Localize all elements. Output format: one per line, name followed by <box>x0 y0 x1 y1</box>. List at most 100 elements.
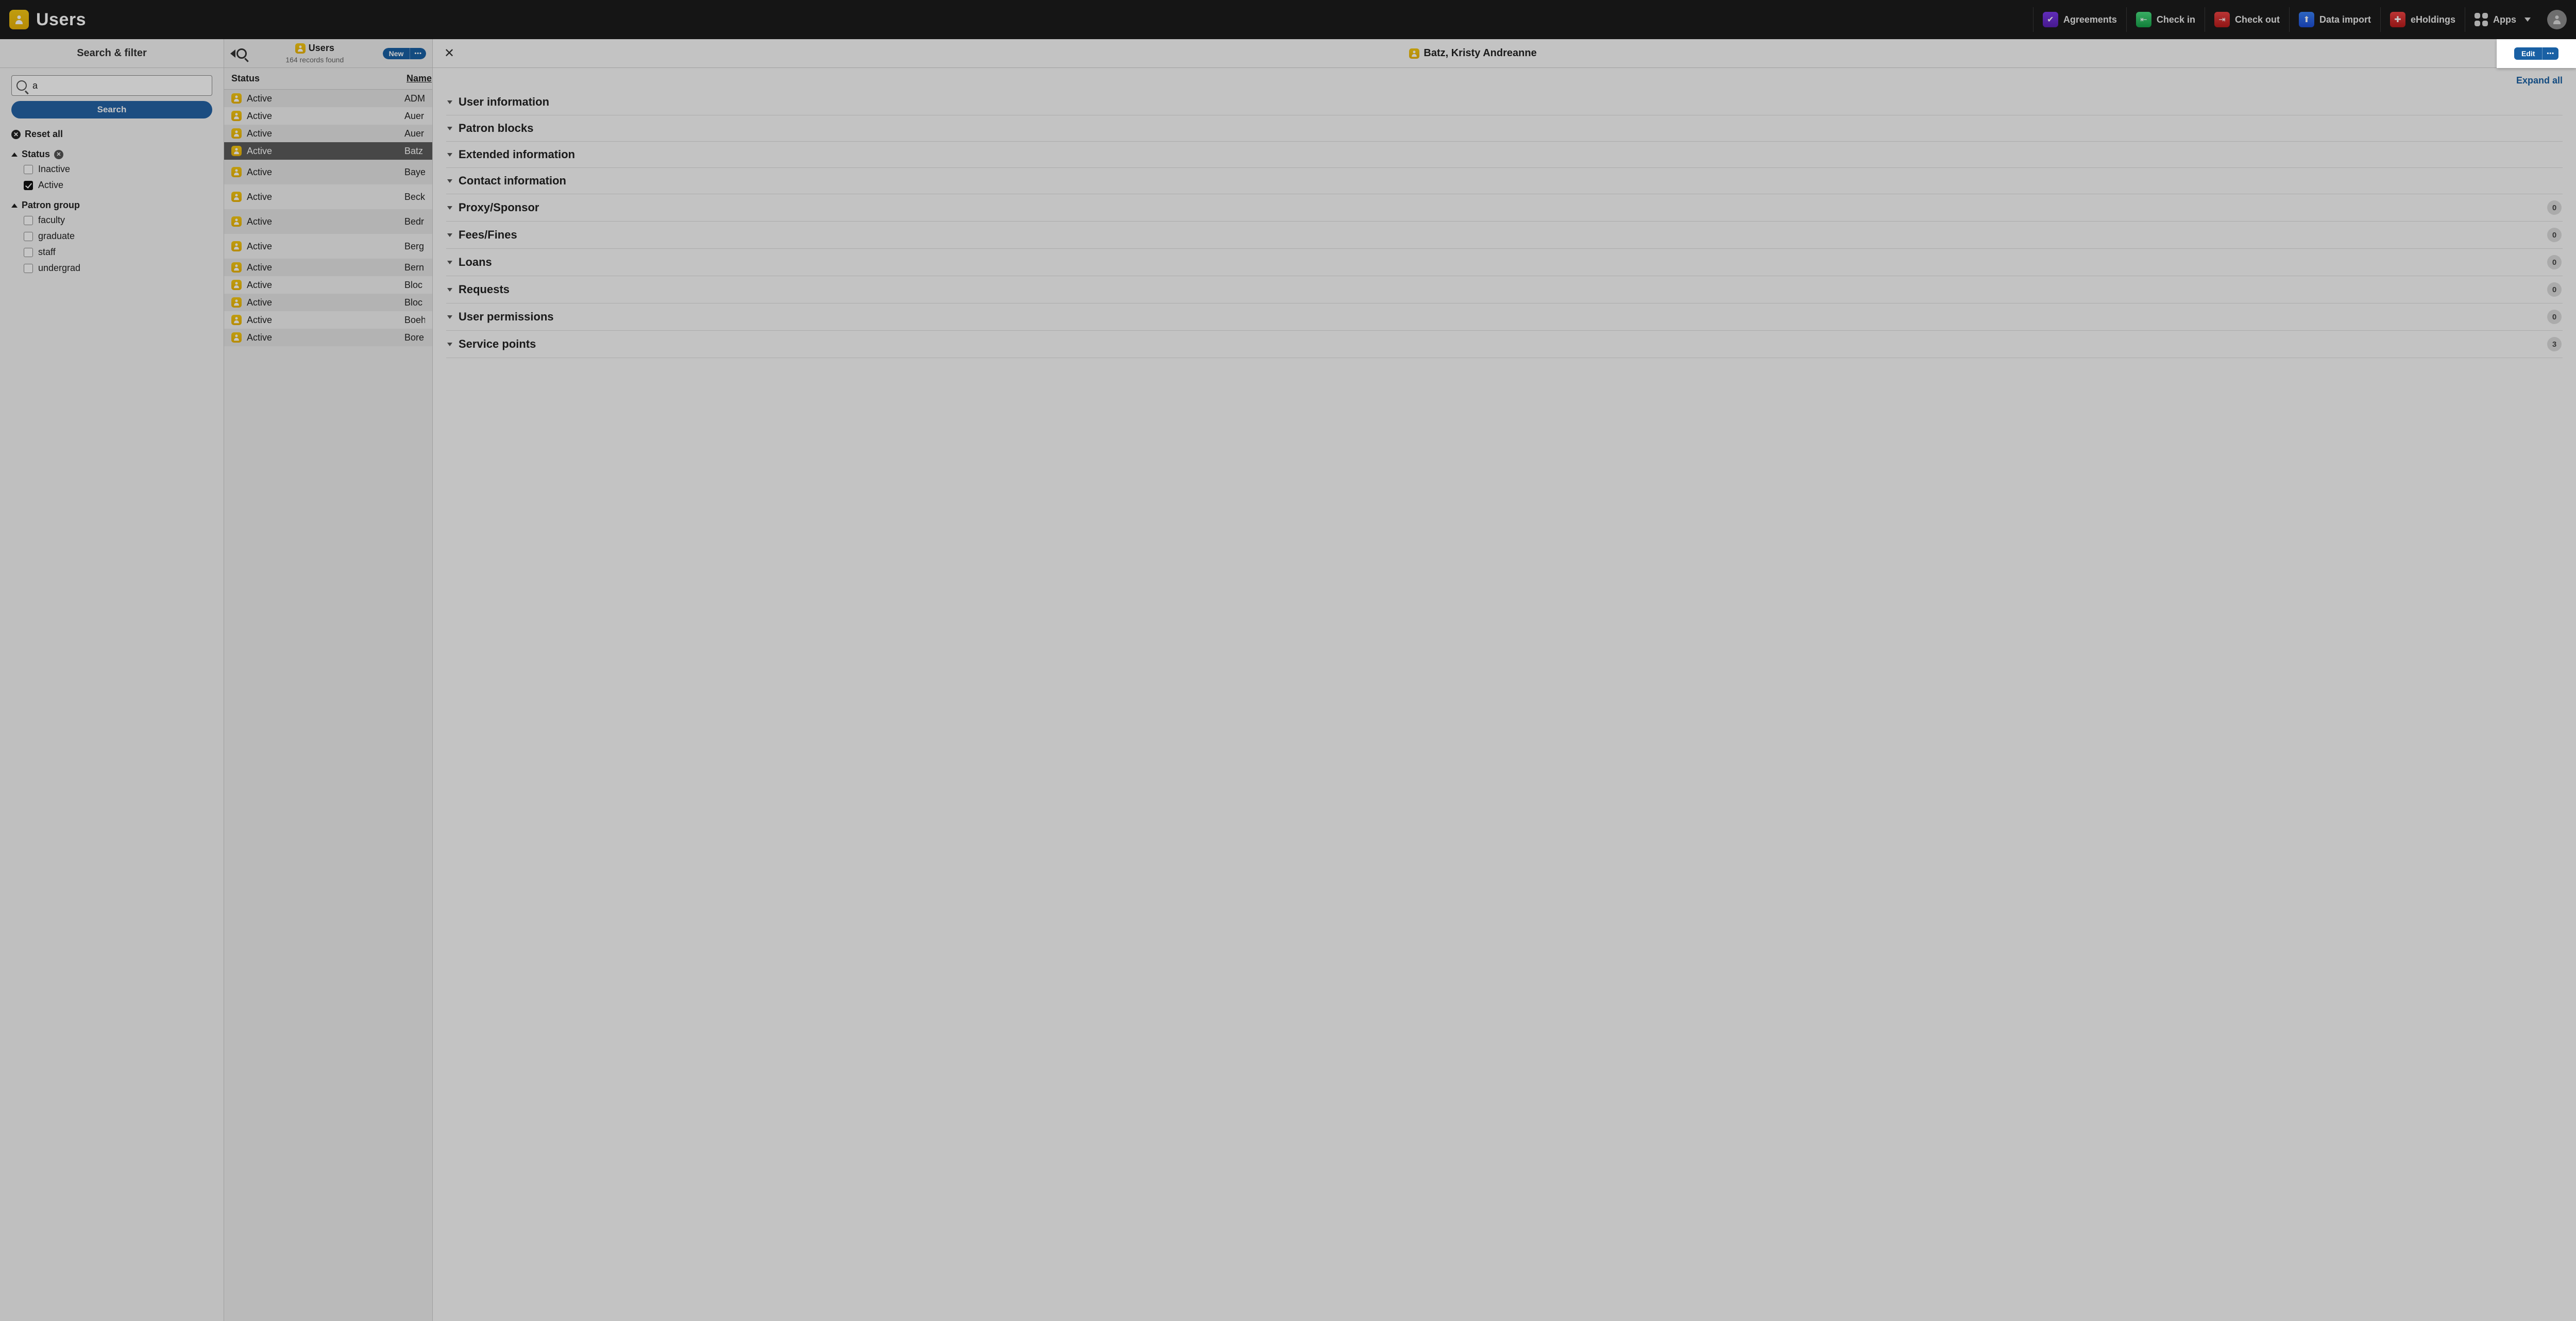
ellipsis-icon: ••• <box>2547 51 2554 57</box>
results-subtitle: 164 records found <box>252 56 378 64</box>
checkbox-inactive[interactable] <box>24 165 33 174</box>
check-in-icon: ⇤ <box>2136 12 2151 27</box>
table-row[interactable]: ActiveAuer <box>224 125 432 142</box>
table-row[interactable]: ActiveBerg <box>224 234 432 259</box>
chevron-up-icon <box>11 204 18 208</box>
col-header-name[interactable]: Name <box>406 73 432 84</box>
profile-avatar[interactable] <box>2547 10 2567 29</box>
facet-patron-group-toggle[interactable]: Patron group <box>11 200 212 211</box>
results-column-headers: Status Name <box>224 68 432 90</box>
pg-option-graduate[interactable]: graduate <box>24 231 212 242</box>
user-row-icon <box>231 216 242 227</box>
table-row[interactable]: ActiveBloc <box>224 276 432 294</box>
search-filter-header: Search & filter <box>0 39 224 68</box>
nav-check-out[interactable]: ⇥ Check out <box>2205 7 2289 32</box>
nav-eholdings[interactable]: ✚ eHoldings <box>2380 7 2465 32</box>
table-row[interactable]: ActiveBaye <box>224 160 432 184</box>
table-row[interactable]: ActiveBedr <box>224 209 432 234</box>
search-input[interactable] <box>11 75 212 96</box>
collapse-filter-button[interactable] <box>230 48 247 59</box>
table-row[interactable]: ActiveBeck <box>224 184 432 209</box>
search-icon <box>16 80 27 91</box>
reset-all-button[interactable]: ✕ Reset all <box>11 129 212 140</box>
detail-header: ✕ Batz, Kristy Andreanne <box>433 39 2576 68</box>
accordion-title: Service points <box>459 337 536 351</box>
chevron-down-icon <box>2524 18 2531 22</box>
users-app-icon <box>9 10 29 29</box>
nav-data-import[interactable]: ⬆ Data import <box>2289 7 2380 32</box>
accordion-toggle[interactable]: Fees/Fines0 <box>446 222 2563 248</box>
status-text: Active <box>247 297 272 308</box>
status-cell: Active <box>231 93 399 104</box>
top-navbar: Users ✔ Agreements ⇤ Check in ⇥ Check ou… <box>0 0 2576 39</box>
chevron-down-icon <box>447 288 452 292</box>
accordion-toggle[interactable]: Proxy/Sponsor0 <box>446 194 2563 221</box>
pg-staff-label: staff <box>38 247 56 258</box>
pg-option-staff[interactable]: staff <box>24 247 212 258</box>
close-detail-button[interactable]: ✕ <box>441 44 457 63</box>
accordion-toggle[interactable]: Extended information <box>446 142 2563 167</box>
edit-more-button[interactable]: ••• <box>2542 47 2558 60</box>
accordion-toggle[interactable]: Contact information <box>446 168 2563 194</box>
checkbox-active[interactable] <box>24 181 33 190</box>
table-row[interactable]: ActiveBatz <box>224 142 432 160</box>
accordion-toggle[interactable]: User permissions 0 <box>446 303 2563 330</box>
new-record-button[interactable]: New <box>383 48 410 59</box>
nav-check-in[interactable]: ⇤ Check in <box>2126 7 2205 32</box>
pg-option-faculty[interactable]: faculty <box>24 215 212 226</box>
checkbox-graduate[interactable] <box>24 232 33 241</box>
edit-button[interactable]: Edit <box>2514 47 2542 60</box>
user-row-icon <box>231 146 242 156</box>
table-row[interactable]: ActiveAuer <box>224 107 432 125</box>
status-cell: Active <box>231 280 399 291</box>
search-button[interactable]: Search <box>11 101 212 118</box>
main-three-pane: Search & filter Search ✕ Reset all Statu… <box>0 39 2576 1321</box>
nav-agreements[interactable]: ✔ Agreements <box>2033 7 2126 32</box>
accordion-toggle[interactable]: Requests0 <box>446 276 2563 303</box>
accordion-toggle[interactable]: User information <box>446 89 2563 115</box>
table-row[interactable]: ActiveBoeh <box>224 311 432 329</box>
status-option-active[interactable]: Active <box>24 180 212 191</box>
accordion-left: Patron blocks <box>447 122 533 135</box>
facet-status-clear[interactable]: ✕ <box>54 150 63 159</box>
accordion-section: Proxy/Sponsor0 <box>446 194 2563 222</box>
status-cell: Active <box>231 241 399 252</box>
status-option-inactive[interactable]: Inactive <box>24 164 212 175</box>
chevron-down-icon <box>447 233 452 237</box>
table-row[interactable]: ActiveADM <box>224 90 432 107</box>
table-row[interactable]: ActiveBloc <box>224 294 432 311</box>
status-cell: Active <box>231 297 399 308</box>
reset-icon: ✕ <box>11 130 21 139</box>
accordion-left: User permissions <box>447 310 554 324</box>
nav-check-in-label: Check in <box>2157 14 2195 25</box>
accordion-toggle[interactable]: Patron blocks <box>446 115 2563 141</box>
checkbox-undergrad[interactable] <box>24 264 33 273</box>
accordion-toggle[interactable]: Loans0 <box>446 249 2563 276</box>
results-title-text: Users <box>309 43 334 54</box>
count-badge: 0 <box>2547 310 2562 324</box>
table-row[interactable]: ActiveBore <box>224 329 432 346</box>
pg-option-undergrad[interactable]: undergrad <box>24 263 212 274</box>
status-cell: Active <box>231 128 399 139</box>
checkbox-faculty[interactable] <box>24 216 33 225</box>
new-record-more[interactable]: ••• <box>410 48 426 59</box>
accordion-toggle[interactable]: Service points3 <box>446 331 2563 358</box>
accordion-section: Loans0 <box>446 249 2563 276</box>
users-mini-icon <box>295 43 306 54</box>
chevron-down-icon <box>447 206 452 210</box>
accordion-section: Requests0 <box>446 276 2563 303</box>
accordion-left: Contact information <box>447 174 566 188</box>
app-brand: Users <box>9 10 86 30</box>
nav-eholdings-label: eHoldings <box>2411 14 2455 25</box>
expand-all-button[interactable]: Expand all <box>446 75 2563 86</box>
user-row-icon <box>231 192 242 202</box>
table-row[interactable]: ActiveBern <box>224 259 432 276</box>
nav-apps[interactable]: Apps <box>2465 7 2540 32</box>
user-row-icon <box>231 111 242 121</box>
status-cell: Active <box>231 167 399 178</box>
col-header-status[interactable]: Status <box>231 73 406 84</box>
accordion-section: User permissions 0 <box>446 303 2563 331</box>
checkbox-staff[interactable] <box>24 248 33 257</box>
facet-status-toggle[interactable]: Status ✕ <box>11 149 212 160</box>
status-text: Active <box>247 216 272 227</box>
